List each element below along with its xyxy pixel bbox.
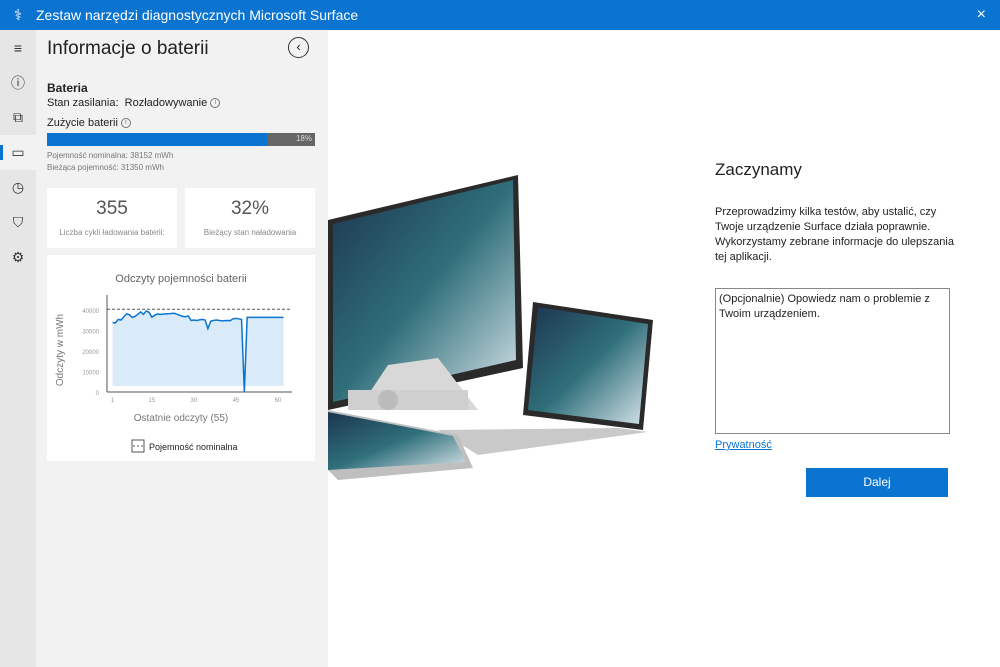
power-state-label: Stan zasilania:	[47, 97, 119, 109]
charge-label: Bieżący stan naładowania	[203, 228, 297, 237]
devices-icon: ⧉	[13, 109, 23, 125]
wear-label-row: Zużycie baterii i	[47, 117, 131, 129]
y-tick-label: 40000	[82, 309, 99, 315]
nav-devices[interactable]: ⧉	[0, 100, 36, 135]
nav-security[interactable]: ⛉	[0, 205, 36, 240]
clock-icon: ◷	[11, 179, 25, 195]
power-state: Stan zasilania: Rozładowywanie i	[47, 97, 221, 109]
x-tick-label: 30	[191, 398, 198, 404]
x-tick-label: 45	[233, 398, 240, 404]
menu-icon: ≡	[13, 39, 23, 56]
gear-icon: ⚙	[11, 249, 25, 265]
charge-value: 32%	[230, 198, 270, 219]
main-content: Zaczynamy Przeprowadzimy kilka testów, a…	[328, 30, 1000, 667]
nav-battery[interactable]: ▭	[0, 135, 36, 170]
wear-percent: 18%	[295, 134, 312, 143]
shield-icon: ⛉	[12, 214, 24, 230]
info-icon: ⓘ	[11, 74, 25, 91]
wear-progress-bar: 18%	[47, 133, 315, 146]
chart-svg: Odczyty pojemności baterii Odczyty w mWh…	[55, 273, 292, 453]
y-tick-label: 30000	[82, 330, 99, 336]
surface-devices-image	[328, 175, 653, 480]
back-button[interactable]: ‹	[288, 37, 309, 58]
x-tick-label: 1	[111, 398, 115, 404]
nav-history[interactable]: ◷	[0, 170, 36, 205]
window-title: Zestaw narzędzi diagnostycznych Microsof…	[36, 7, 359, 23]
battery-icon: ▭	[11, 144, 25, 160]
y-axis-label: Odczyty w mWh	[55, 314, 66, 386]
x-axis-label: Ostatnie odczyty (55)	[134, 413, 228, 424]
close-icon[interactable]: ×	[977, 6, 986, 24]
nominal-capacity: Pojemność nominalna: 38152 mWh	[47, 151, 174, 160]
menu-button[interactable]: ≡	[0, 30, 36, 65]
chart-title: Odczyty pojemności baterii	[115, 273, 246, 285]
legend-label: Pojemność nominalna	[149, 442, 238, 452]
info-icon[interactable]: i	[210, 98, 221, 109]
y-tick-label: 10000	[82, 371, 99, 377]
y-tick-label: 0	[96, 391, 100, 397]
cycles-label: Liczba cykli ładowania baterii:	[59, 228, 165, 237]
wear-progress-fill	[47, 133, 267, 146]
nav-rail: ≡ ⓘ ⧉ ▭ ◷ ⛉ ⚙	[0, 30, 36, 667]
heading: Zaczynamy	[715, 160, 802, 179]
capacity-chart: Odczyty pojemności baterii Odczyty w mWh…	[47, 255, 315, 461]
y-tick-label: 20000	[82, 350, 99, 356]
cycles-value: 355	[96, 198, 128, 219]
next-button[interactable]: Dalej	[806, 468, 948, 497]
info-icon[interactable]: i	[120, 118, 131, 129]
title-bar: ⚕ Zestaw narzędzi diagnostycznych Micros…	[0, 0, 1000, 30]
feedback-textarea[interactable]: (Opcjonalnie) Opowiedz nam o problemie z…	[715, 288, 950, 434]
page-title: Informacje o baterii	[47, 38, 209, 59]
description: Przeprowadzimy kilka testów, aby ustalić…	[715, 206, 954, 263]
x-tick-label: 15	[149, 398, 156, 404]
privacy-link[interactable]: Prywatność	[715, 439, 772, 451]
nav-settings[interactable]: ⚙	[0, 240, 36, 275]
cycles-card: 355 Liczba cykli ładowania baterii:	[47, 188, 177, 248]
battery-panel: Informacje o baterii ‹ Bateria Stan zasi…	[36, 30, 328, 667]
chart-area	[112, 311, 284, 392]
stethoscope-icon: ⚕	[13, 7, 23, 24]
power-state-value: Rozładowywanie	[124, 97, 208, 109]
x-tick-label: 60	[275, 398, 282, 404]
charge-card: 32% Bieżący stan naładowania	[185, 188, 315, 248]
nav-info[interactable]: ⓘ	[0, 65, 36, 100]
current-capacity: Bieżąca pojemność: 31350 mWh	[47, 163, 164, 172]
section-title: Bateria	[47, 81, 88, 95]
wear-label: Zużycie baterii	[47, 117, 118, 129]
